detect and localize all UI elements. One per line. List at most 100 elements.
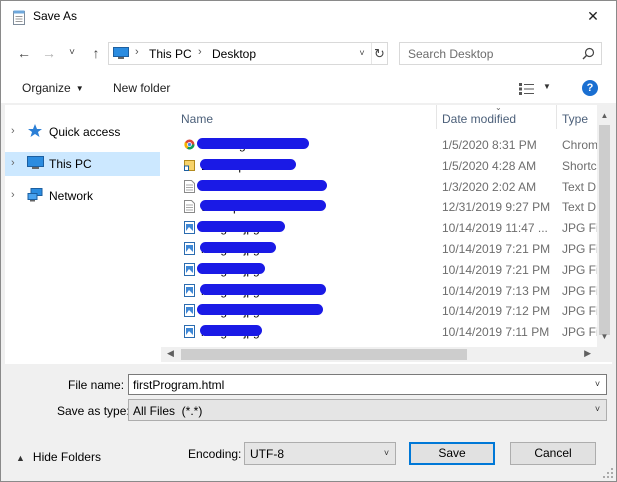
help-icon[interactable]: ?	[582, 80, 598, 96]
text-file-icon	[184, 200, 195, 214]
encoding-select[interactable]: UTF-8 ˅	[244, 442, 396, 465]
vertical-scrollbar[interactable]: ▲ ▼	[597, 105, 612, 347]
image-file-icon	[184, 242, 195, 255]
date-modified-cell: 10/14/2019 7:11 PM	[442, 325, 550, 340]
save-button[interactable]: Save	[409, 442, 495, 465]
type-cell: Text D	[562, 179, 597, 194]
file-name-label: File name:	[68, 378, 125, 392]
table-row[interactable]: notes.txt1/3/2020 2:02 AMText D	[161, 177, 597, 197]
chevron-down-icon: ˅	[383, 448, 390, 458]
column-divider[interactable]	[556, 105, 557, 129]
sidebar-item-label: This PC	[49, 157, 92, 171]
table-row[interactable]: description.txt12/31/2019 9:27 PMText D	[161, 197, 597, 217]
command-bar: Organize ▼ New folder ▼ ?	[1, 73, 616, 103]
expand-chevron-icon[interactable]: ›	[11, 157, 15, 169]
file-list: Name ⌄ Date modified Type firstProgram.h…	[161, 103, 612, 364]
chrome-icon	[184, 138, 195, 151]
chevron-up-icon: ▲	[16, 453, 25, 463]
window-title: Save As	[33, 9, 78, 23]
expand-chevron-icon[interactable]: ›	[11, 125, 15, 137]
navigation-pane: › Quick access › This PC › Network	[5, 105, 161, 364]
redaction-mark	[197, 304, 323, 316]
image-file-icon	[184, 283, 195, 297]
address-dropdown-button[interactable]: ˅	[354, 43, 370, 64]
save-as-type-select[interactable]: All Files (*.*) ˅	[128, 399, 607, 421]
close-button[interactable]: ✕	[570, 1, 616, 31]
dropdown-arrow-icon: ▼	[75, 84, 84, 93]
chevron-down-icon: ˅	[594, 379, 601, 389]
encoding-value: UTF-8	[250, 447, 284, 461]
sidebar-item-label: Network	[49, 189, 94, 203]
file-name-field[interactable]: firstProgram.html ˅	[128, 374, 607, 395]
view-options-icon[interactable]	[519, 83, 535, 95]
title-bar: Save As ✕	[1, 1, 616, 31]
sidebar-item-quick-access[interactable]: › Quick access	[5, 120, 160, 144]
recent-locations-button[interactable]: ˅	[63, 44, 81, 62]
image-file-icon	[184, 221, 195, 235]
table-row[interactable]: image1.jpg10/14/2019 11:47 ...JPG Fil	[161, 218, 598, 238]
redaction-mark	[200, 200, 326, 212]
file-name-dropdown-button[interactable]: ˅	[589, 375, 606, 394]
scroll-up-icon[interactable]: ▲	[597, 111, 612, 120]
address-bar[interactable]: › This PC › Desktop ˅ ↻	[108, 42, 388, 65]
encoding-label: Encoding:	[188, 447, 242, 461]
save-as-type-value: All Files (*.*)	[133, 404, 203, 418]
column-header-name[interactable]: Name	[181, 105, 213, 129]
table-row[interactable]: Desktop shortcut1/5/2020 4:28 AMShortc	[161, 156, 597, 176]
chevron-down-icon: ˅	[594, 404, 601, 414]
search-input[interactable]: Search Desktop	[408, 47, 493, 61]
horizontal-scroll-thumb[interactable]	[181, 349, 467, 360]
breadcrumb-this-pc[interactable]: This PC	[149, 47, 192, 61]
cancel-button[interactable]: Cancel	[510, 442, 596, 465]
search-icon	[582, 47, 595, 60]
forward-button[interactable]: →	[40, 44, 58, 62]
refresh-button[interactable]: ↻	[371, 43, 387, 64]
type-cell: JPG Fil	[562, 325, 598, 340]
scroll-right-icon[interactable]: ▶	[584, 348, 591, 359]
resize-grip-icon[interactable]	[603, 468, 613, 478]
expand-chevron-icon[interactable]: ›	[11, 189, 15, 201]
encoding-dropdown-button[interactable]: ˅	[378, 443, 395, 464]
notepad-icon	[13, 10, 25, 25]
new-folder-button[interactable]: New folder	[113, 81, 170, 95]
breadcrumb-desktop[interactable]: Desktop	[212, 47, 256, 61]
table-row[interactable]: firstProgram.html1/5/2020 8:31 PMChrom	[161, 135, 598, 155]
computer-icon	[113, 47, 129, 59]
up-button[interactable]: ↑	[87, 44, 105, 62]
date-modified-cell: 1/5/2020 8:31 PM	[442, 138, 537, 152]
table-row[interactable]: image2.jpg10/14/2019 7:21 PMJPG Fil	[161, 239, 598, 259]
hide-folders-label: Hide Folders	[32, 450, 101, 464]
vertical-scroll-thumb[interactable]	[599, 125, 610, 335]
view-dropdown-icon[interactable]: ▼	[543, 82, 551, 91]
network-icon	[27, 188, 43, 202]
organize-button[interactable]: Organize ▼	[22, 81, 84, 95]
horizontal-scrollbar[interactable]: ◀ ▶	[161, 347, 597, 362]
scroll-left-icon[interactable]: ◀	[167, 348, 174, 359]
table-row[interactable]: image5.jpg10/14/2019 7:12 PMJPG Fil	[161, 301, 598, 321]
type-cell: Chrom	[562, 138, 598, 152]
save-as-type-dropdown-button[interactable]: ˅	[589, 400, 606, 419]
date-modified-cell: 10/14/2019 7:13 PM	[442, 283, 551, 298]
star-icon	[28, 124, 42, 137]
redaction-mark	[197, 138, 309, 149]
column-divider[interactable]	[436, 105, 437, 129]
scroll-down-icon[interactable]: ▼	[597, 332, 612, 341]
table-row[interactable]: image4.jpg10/14/2019 7:13 PMJPG Fil	[161, 281, 598, 301]
column-header-type[interactable]: Type	[562, 105, 588, 129]
file-name-value[interactable]: firstProgram.html	[133, 378, 224, 392]
date-modified-cell: 10/14/2019 11:47 ...	[442, 221, 548, 236]
column-header-date-modified[interactable]: Date modified	[442, 105, 516, 129]
back-button[interactable]: ←	[15, 44, 33, 62]
image-file-icon	[184, 262, 195, 276]
date-modified-cell: 10/14/2019 7:21 PM	[442, 262, 551, 277]
organize-label: Organize	[22, 81, 71, 95]
type-cell: JPG Fil	[562, 304, 598, 319]
table-row[interactable]: image6.jpg10/14/2019 7:11 PMJPG Fil	[161, 322, 598, 342]
hide-folders-button[interactable]: ▲ Hide Folders	[16, 450, 101, 464]
sidebar-item-this-pc[interactable]: › This PC	[5, 152, 160, 176]
sidebar-item-network[interactable]: › Network	[5, 184, 160, 208]
table-row[interactable]: image3.jpg10/14/2019 7:21 PMJPG Fil	[161, 260, 598, 280]
text-file-icon	[184, 179, 195, 193]
search-box[interactable]: Search Desktop	[399, 42, 602, 65]
redaction-mark	[200, 283, 326, 295]
